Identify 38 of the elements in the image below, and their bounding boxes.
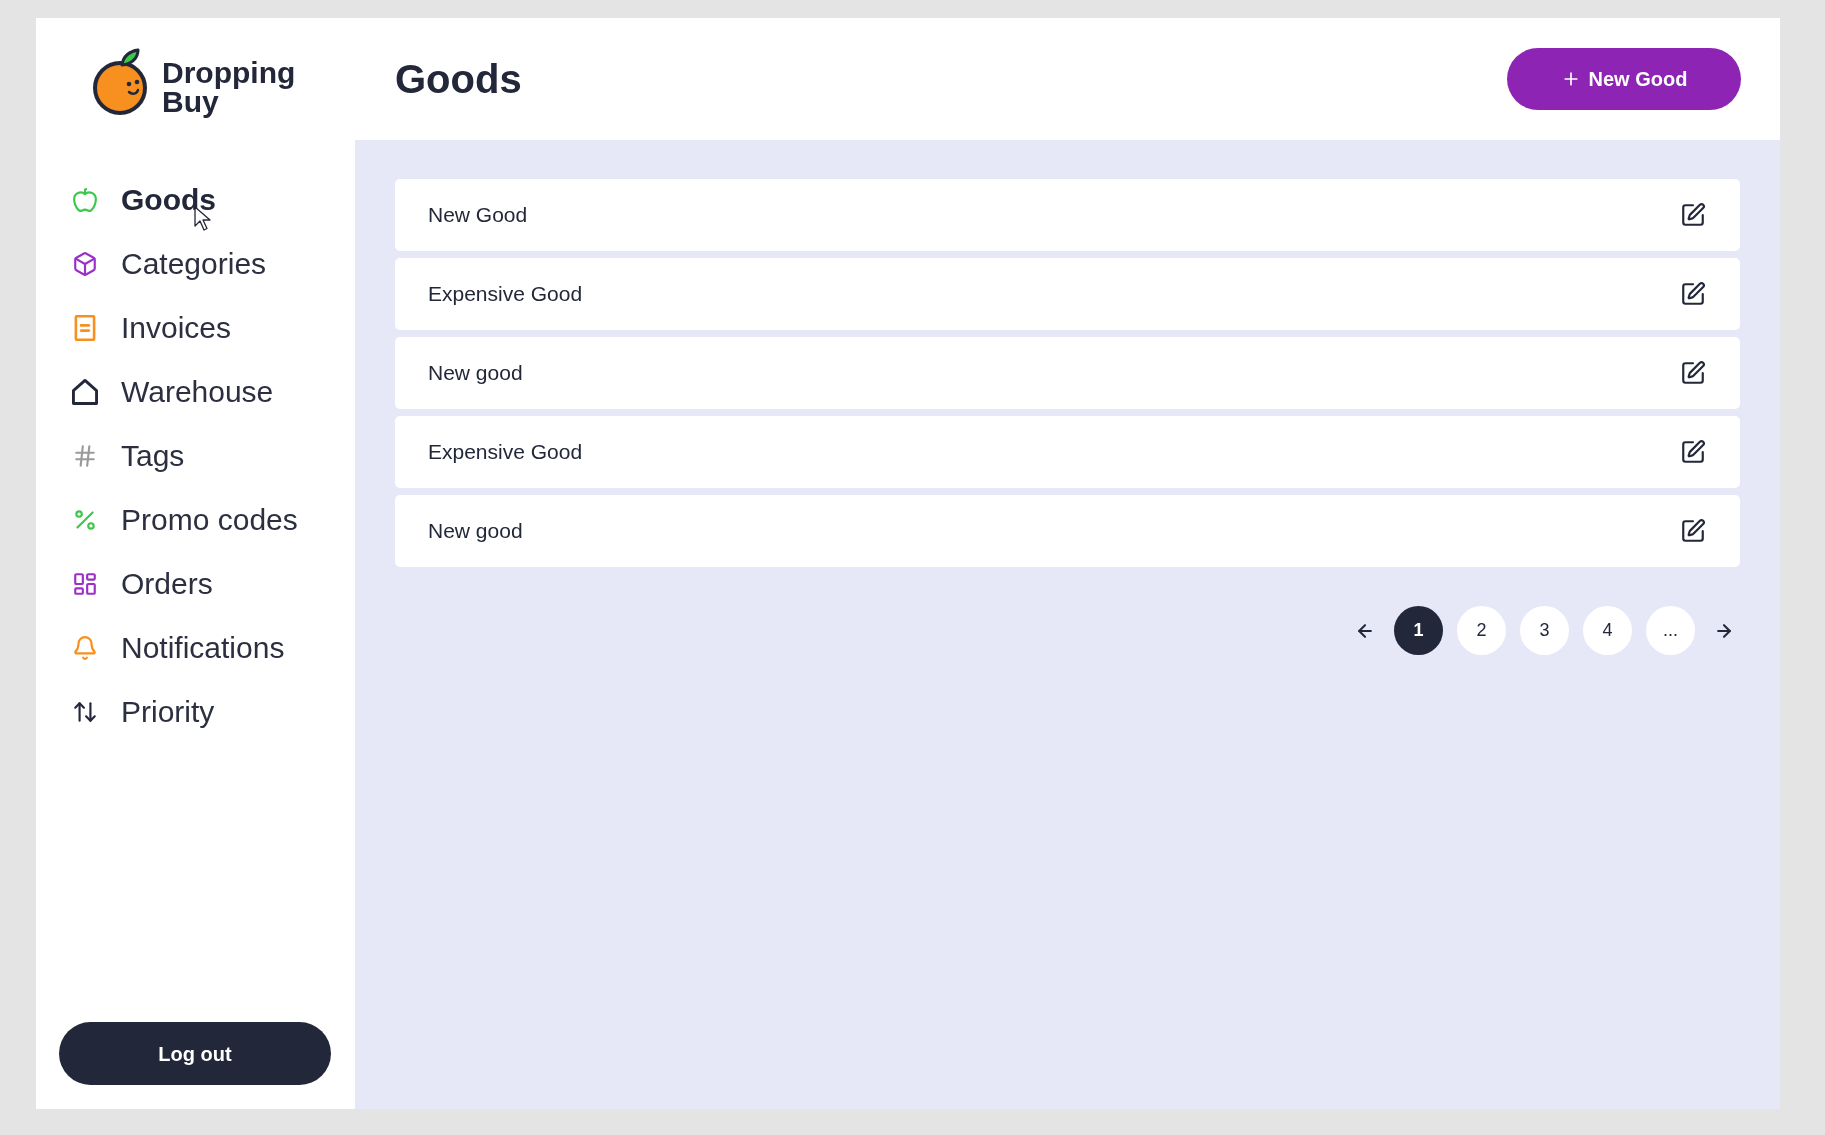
sidebar-nav-link[interactable]: Warehouse <box>121 374 274 410</box>
edit-icon <box>1680 439 1706 465</box>
good-name: Expensive Good <box>428 281 583 308</box>
edit-button[interactable] <box>1679 438 1707 466</box>
page-button[interactable]: ... <box>1646 606 1695 655</box>
good-row[interactable]: New Good <box>395 179 1740 251</box>
page-button[interactable]: 4 <box>1583 606 1632 655</box>
edit-button[interactable] <box>1679 517 1707 545</box>
good-row[interactable]: Expensive Good <box>395 258 1740 330</box>
page-button[interactable]: 1 <box>1394 606 1443 655</box>
sidebar-nav-link[interactable]: Goods <box>121 182 216 218</box>
edit-icon <box>1680 281 1706 307</box>
edit-button[interactable] <box>1679 359 1707 387</box>
edit-icon <box>1680 360 1706 386</box>
sidebar-nav-link[interactable]: Orders <box>121 566 213 602</box>
sidebar-nav-link[interactable]: Invoices <box>121 310 232 346</box>
edit-button[interactable] <box>1679 280 1707 308</box>
page-title: Goods <box>395 56 522 103</box>
good-row[interactable]: Expensive Good <box>395 416 1740 488</box>
log-out-button[interactable]: Log out <box>59 1022 331 1085</box>
good-row[interactable]: New good <box>395 495 1740 567</box>
good-row[interactable]: New good <box>395 337 1740 409</box>
sidebar-nav-link[interactable]: Categories <box>121 246 267 282</box>
page-button[interactable]: 3 <box>1520 606 1569 655</box>
sidebar-nav-link[interactable]: Promo codes <box>121 502 298 538</box>
sidebar-nav-link[interactable]: Notifications <box>121 630 285 666</box>
edit-icon <box>1680 202 1706 228</box>
good-name: New good <box>428 518 523 545</box>
good-name: New Good <box>428 202 528 229</box>
edit-icon <box>1680 518 1706 544</box>
sidebar-nav-link[interactable]: Priority <box>121 694 215 730</box>
logo-text: Dropping Buy <box>162 55 296 116</box>
edit-button[interactable] <box>1679 201 1707 229</box>
good-name: New good <box>428 360 523 387</box>
sidebar-nav-link[interactable]: Tags <box>121 438 185 474</box>
new-good-button[interactable]: New Good <box>1507 48 1741 110</box>
good-name: Expensive Good <box>428 439 583 466</box>
page-button[interactable]: 2 <box>1457 606 1506 655</box>
